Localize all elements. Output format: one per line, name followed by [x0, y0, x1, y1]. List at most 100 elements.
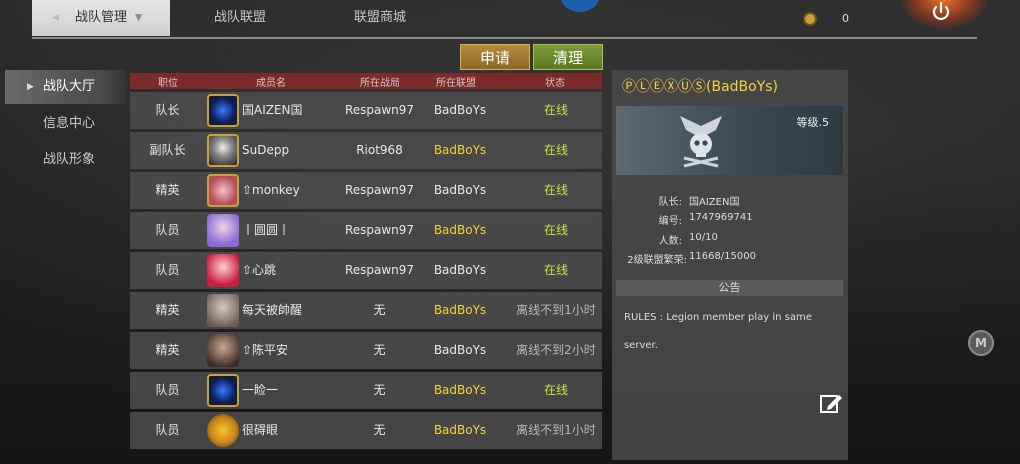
member-status: 在线: [543, 383, 568, 397]
member-battle: Respawn97: [344, 103, 415, 117]
member-role: 队员: [155, 223, 180, 237]
play-arrow-icon: ▶: [27, 82, 34, 92]
info-value: 11668/15000: [689, 251, 756, 262]
member-legion: BadBoYs: [433, 223, 487, 237]
legion-level: 等级.5: [796, 116, 830, 129]
member-role: 精英: [155, 183, 180, 197]
member-legion: BadBoYs: [433, 263, 487, 277]
clean-button[interactable]: 清理: [533, 44, 603, 70]
member-name: ⇧心跳: [242, 263, 277, 277]
member-status: 在线: [543, 143, 568, 157]
legion-banner: 等级.5: [616, 106, 843, 175]
member-legion: BadBoYs: [433, 143, 487, 157]
blue-orb-button[interactable]: [560, 0, 600, 12]
member-table-header: 职位 成员名 所在战局 所在联盟 状态: [130, 73, 602, 89]
member-name: SuDepp: [242, 143, 290, 157]
member-battle: 无: [373, 303, 386, 317]
table-row[interactable]: 队员 很碍眼 无 BadBoYs 离线不到1小时: [130, 412, 602, 449]
nav-item-info-center[interactable]: 信息中心: [5, 107, 127, 141]
table-row[interactable]: 精英 ⇧monkey Respawn97 BadBoYs 在线: [130, 172, 602, 209]
power-icon[interactable]: [930, 1, 952, 23]
member-legion: BadBoYs: [433, 303, 487, 317]
table-row[interactable]: 精英 ⇧陈平安 无 BadBoYs 离线不到2小时: [130, 332, 602, 369]
info-value: 10/10: [689, 232, 718, 243]
header-status: 状态: [545, 78, 565, 89]
member-status: 在线: [543, 183, 568, 197]
member-name: 丨圆圆丨: [242, 223, 291, 237]
avatar: [207, 214, 239, 247]
member-battle: Respawn97: [344, 223, 415, 237]
nav-item-team-hall[interactable]: ▶ 战队大厅: [5, 70, 127, 104]
coin-icon: [803, 12, 817, 26]
member-name: 每天被帥醒: [242, 303, 303, 317]
notice-line: server.: [624, 340, 658, 351]
header-battle: 所在战局: [360, 78, 400, 89]
header-role: 职位: [158, 78, 178, 89]
member-name: 一睑一: [242, 383, 279, 397]
member-role: 队员: [155, 423, 180, 437]
top-bar: ◀ 战队管理 ▼ 战队联盟 联盟商城 0: [0, 0, 1020, 39]
skull-emblem-icon: [680, 116, 722, 168]
member-legion: BadBoYs: [433, 183, 487, 197]
member-battle: Riot968: [356, 143, 403, 157]
tab-label: 战队管理: [74, 10, 127, 25]
apply-button[interactable]: 申请: [460, 44, 530, 70]
member-name: 很碍眼: [242, 423, 279, 437]
avatar: [207, 294, 239, 327]
nav-item-team-image[interactable]: 战队形象: [5, 143, 127, 177]
member-battle: 无: [373, 343, 386, 357]
tab-label: 战队联盟: [213, 10, 266, 25]
table-row[interactable]: 队员 一睑一 无 BadBoYs 在线: [130, 372, 602, 409]
notice-line: RULES : Legion member play in same: [624, 312, 812, 323]
member-name: ⇧monkey: [242, 183, 300, 197]
notice-title: 公告: [616, 280, 843, 296]
info-key: 编号:: [658, 216, 682, 227]
member-status: 离线不到2小时: [516, 343, 596, 357]
info-key: 人数:: [658, 236, 682, 247]
tab-underline: [32, 37, 977, 39]
member-legion: BadBoYs: [433, 383, 487, 397]
m-shortcut-icon[interactable]: M: [968, 330, 994, 356]
avatar: [207, 374, 239, 407]
edit-icon[interactable]: [819, 392, 843, 414]
info-row-id: 编号: 1747969741: [616, 212, 843, 230]
table-row[interactable]: 队长 国AIZEN国 Respawn97 BadBoYs 在线: [130, 92, 602, 129]
header-legion: 所在联盟: [436, 78, 476, 89]
avatar: [207, 414, 239, 447]
info-row-prosperity: 2级联盟繁荣: 11668/15000: [616, 251, 843, 269]
member-role: 副队长: [149, 143, 186, 157]
table-row[interactable]: 副队长 SuDepp Riot968 BadBoYs 在线: [130, 132, 602, 169]
member-status: 在线: [543, 223, 568, 237]
header-name: 成员名: [256, 78, 286, 89]
tab-team-management[interactable]: ◀ 战队管理 ▼: [32, 0, 170, 36]
table-row[interactable]: 队员 丨圆圆丨 Respawn97 BadBoYs 在线: [130, 212, 602, 249]
nav-label: 战队形象: [43, 152, 96, 167]
nav-label: 战队大厅: [43, 79, 96, 94]
member-role: 精英: [155, 303, 180, 317]
chevron-down-icon: ▼: [135, 13, 142, 23]
member-battle: Respawn97: [344, 263, 415, 277]
member-status: 离线不到1小时: [516, 423, 596, 437]
member-battle: 无: [373, 383, 386, 397]
member-legion: BadBoYs: [433, 103, 487, 117]
member-role: 队长: [155, 103, 180, 117]
tab-team-alliance[interactable]: 战队联盟: [190, 0, 290, 36]
avatar: [207, 334, 239, 367]
member-name: 国AIZEN国: [242, 103, 303, 117]
legion-title: ⓅⓁⒺⓍⓊⓈ(BadBoYs): [622, 79, 779, 95]
member-battle: Respawn97: [344, 183, 415, 197]
member-battle: 无: [373, 423, 386, 437]
tab-alliance-shop[interactable]: 联盟商城: [330, 0, 430, 36]
tab-marker-icon: ◀: [52, 13, 59, 23]
tab-label: 联盟商城: [353, 10, 406, 25]
avatar: [207, 94, 239, 127]
table-row[interactable]: 精英 每天被帥醒 无 BadBoYs 离线不到1小时: [130, 292, 602, 329]
member-status: 在线: [543, 263, 568, 277]
currency-value: 0: [842, 12, 849, 25]
avatar: [207, 174, 239, 207]
member-status: 离线不到1小时: [516, 303, 596, 317]
member-role: 队员: [155, 383, 180, 397]
table-row[interactable]: 队员 ⇧心跳 Respawn97 BadBoYs 在线: [130, 252, 602, 289]
info-key: 2级联盟繁荣:: [627, 255, 687, 266]
info-row-leader: 队长: 国AIZEN国: [616, 193, 843, 211]
